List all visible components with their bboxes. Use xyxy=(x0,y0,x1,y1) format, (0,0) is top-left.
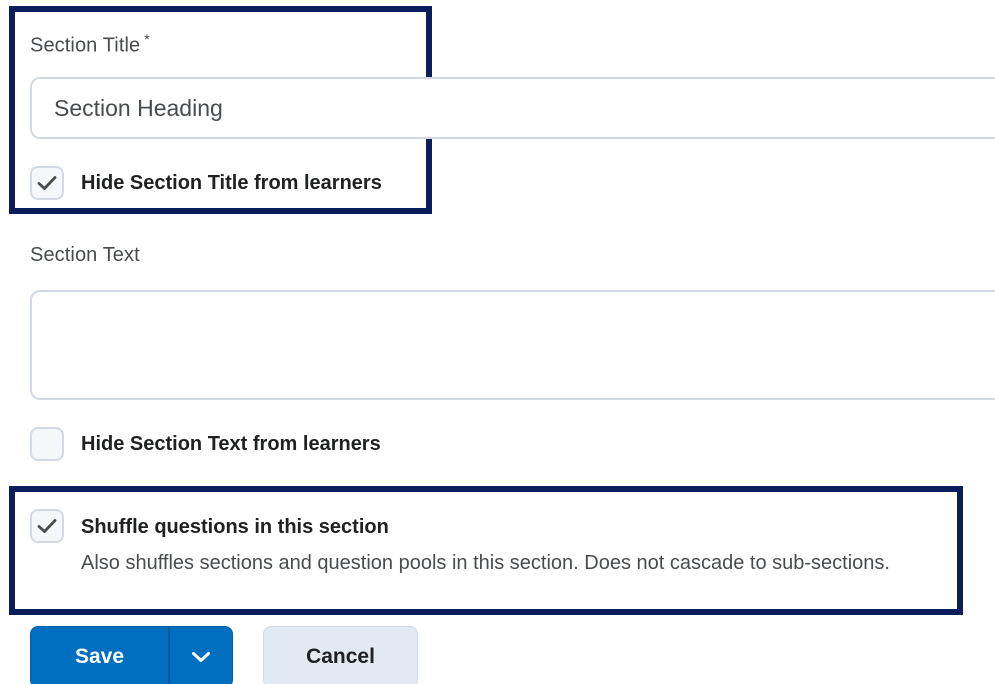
section-title-input[interactable] xyxy=(30,77,995,139)
hide-title-label: Hide Section Title from learners xyxy=(81,172,382,194)
section-editor-form: Section Title* Hide Section Title from l… xyxy=(0,0,995,684)
check-icon xyxy=(37,176,57,190)
save-button[interactable]: Save xyxy=(30,626,169,684)
check-icon xyxy=(37,519,57,533)
save-options-dropdown-button[interactable] xyxy=(169,626,233,684)
highlight-box-shuffle xyxy=(9,486,963,615)
required-marker: * xyxy=(144,31,150,47)
hide-text-label: Hide Section Text from learners xyxy=(81,433,381,455)
hide-title-checkbox[interactable] xyxy=(30,166,64,200)
shuffle-checkbox[interactable] xyxy=(30,509,64,543)
shuffle-label: Shuffle questions in this section xyxy=(81,516,389,538)
section-text-area[interactable] xyxy=(30,290,995,400)
shuffle-description: Also shuffles sections and question pool… xyxy=(81,552,890,574)
chevron-down-icon xyxy=(192,652,210,662)
section-text-label: Section Text xyxy=(30,244,140,266)
section-title-label: Section Title * xyxy=(30,31,150,57)
hide-text-checkbox[interactable] xyxy=(30,427,64,461)
cancel-button[interactable]: Cancel xyxy=(263,626,418,684)
